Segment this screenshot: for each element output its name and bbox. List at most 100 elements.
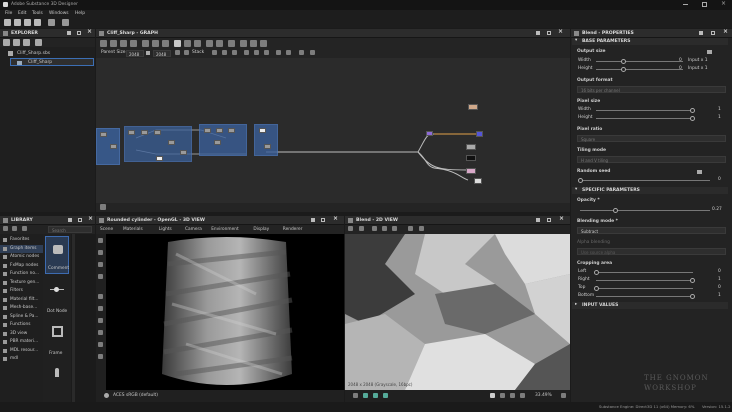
colorspace-value[interactable]: ACES sRGB (default): [113, 393, 158, 398]
grid-icon[interactable]: [174, 40, 181, 47]
shuffle-icon[interactable]: [697, 170, 702, 174]
fit-view-icon[interactable]: [510, 393, 515, 398]
graph-node[interactable]: [100, 132, 107, 137]
view2d-bottom-icon[interactable]: [373, 393, 378, 398]
frame-node-4[interactable]: [254, 124, 278, 156]
close-panel-icon[interactable]: ×: [559, 216, 564, 222]
view2d-bottom-icon[interactable]: [353, 393, 358, 398]
library-category[interactable]: Functions: [0, 321, 43, 329]
save-icon[interactable]: [34, 19, 41, 26]
pixel-width-knob[interactable]: [690, 107, 695, 113]
library-category[interactable]: mdl: [0, 355, 43, 363]
library-category[interactable]: FxMap nodes: [0, 262, 43, 270]
link-icon[interactable]: [194, 40, 201, 47]
random-seed-slider[interactable]: [580, 180, 710, 181]
graph-node[interactable]: [204, 128, 211, 133]
view3d-tool-icon[interactable]: [98, 330, 103, 335]
close-panel-icon[interactable]: ×: [558, 29, 563, 35]
pin-icon[interactable]: [536, 218, 540, 222]
view3d-menu-item[interactable]: Lights: [159, 227, 172, 232]
close-panel-icon[interactable]: ×: [333, 216, 338, 222]
crop-right-value[interactable]: 1: [718, 277, 721, 282]
graph-node[interactable]: [154, 130, 161, 135]
align-icon[interactable]: [152, 40, 159, 47]
opacity-value[interactable]: 0.27: [712, 207, 722, 212]
size-a-dropdown[interactable]: 2048: [126, 50, 144, 57]
maximize-icon[interactable]: [702, 2, 707, 7]
height-input-label[interactable]: Input x 1: [688, 66, 708, 71]
crop-left-knob[interactable]: [594, 269, 599, 275]
layout-b-icon[interactable]: [260, 40, 267, 47]
specific-parameters-section[interactable]: ▾ SPECIFIC PARAMETERS: [572, 187, 728, 194]
library-category[interactable]: PBR materi...: [0, 338, 43, 346]
view3d-menu-item[interactable]: Display: [253, 227, 269, 232]
alpha-blending-dropdown[interactable]: Use source alpha: [577, 248, 726, 255]
graph-node[interactable]: [128, 130, 135, 135]
opacity-knob[interactable]: [612, 207, 618, 213]
pixel-height-knob[interactable]: [690, 115, 695, 121]
width-slider-knob[interactable]: [621, 58, 626, 64]
library-scrollbar[interactable]: [72, 234, 75, 404]
camera-icon[interactable]: [120, 40, 127, 47]
graph-node[interactable]: [141, 130, 148, 135]
view3d-tool-icon[interactable]: [98, 262, 103, 267]
pin-icon[interactable]: [311, 218, 315, 222]
view3d-menu-item[interactable]: Renderer: [283, 227, 303, 232]
pixel-height-value[interactable]: 1: [718, 115, 721, 120]
graph-node[interactable]: [228, 128, 235, 133]
select-icon[interactable]: [100, 40, 107, 47]
graph-node[interactable]: [168, 140, 175, 145]
width-input-label[interactable]: Input x 1: [688, 58, 708, 63]
height-value[interactable]: 0: [679, 66, 682, 71]
flag-icon[interactable]: [228, 40, 235, 47]
view3d-menu-item[interactable]: Environment: [211, 227, 238, 232]
close-panel-icon[interactable]: ×: [723, 29, 728, 35]
node-icon[interactable]: [206, 40, 213, 47]
graph-node[interactable]: [214, 140, 221, 145]
menu-edit[interactable]: Edit: [18, 11, 27, 16]
crop-top-slider[interactable]: [596, 288, 693, 289]
float-icon[interactable]: [547, 31, 551, 35]
tree-icon[interactable]: [310, 50, 315, 55]
output-node[interactable]: [474, 178, 482, 184]
view-icon[interactable]: [240, 40, 247, 47]
crop-left-slider[interactable]: [596, 272, 693, 273]
text-icon[interactable]: [130, 40, 137, 47]
pin-icon[interactable]: [699, 31, 703, 35]
view3d-tool-icon[interactable]: [98, 274, 103, 279]
library-category[interactable]: Function no...: [0, 270, 43, 278]
crop-bottom-knob[interactable]: [690, 293, 695, 299]
curve-icon[interactable]: [216, 40, 223, 47]
opacity-slider[interactable]: [580, 210, 710, 211]
align-top-icon[interactable]: [244, 50, 249, 55]
pin-icon[interactable]: [67, 31, 71, 35]
float-icon[interactable]: [77, 31, 81, 35]
random-seed-value[interactable]: 0: [718, 177, 721, 182]
library-category[interactable]: Texture gen...: [0, 279, 43, 287]
output-node[interactable]: [466, 155, 476, 161]
graph-canvas[interactable]: [96, 58, 570, 203]
refresh-icon[interactable]: [13, 39, 20, 46]
zoom-reset-icon[interactable]: [561, 393, 566, 398]
width-slider[interactable]: [596, 61, 683, 62]
dot-node-item[interactable]: Dot Node: [45, 280, 69, 318]
tree-item-graph[interactable]: Cliff_Sharp: [10, 58, 94, 66]
align-middle-icon[interactable]: [254, 50, 259, 55]
layout-a-icon[interactable]: [250, 40, 257, 47]
grid-view-icon[interactable]: [382, 226, 387, 231]
view3d-tool-icon[interactable]: [98, 294, 103, 299]
settings-icon[interactable]: [110, 40, 117, 47]
crop-bottom-slider[interactable]: [596, 296, 693, 297]
height-slider-knob[interactable]: [621, 66, 626, 72]
view3d-tool-icon[interactable]: [98, 250, 103, 255]
frame-icon[interactable]: [162, 40, 169, 47]
view3d-menu-item[interactable]: Camera: [185, 227, 202, 232]
view3d-tool-icon[interactable]: [98, 306, 103, 311]
zoom-icon[interactable]: [142, 40, 149, 47]
library-category[interactable]: MDL resour...: [0, 347, 43, 355]
crop-top-knob[interactable]: [594, 285, 599, 291]
library-view-icon[interactable]: [3, 226, 8, 231]
view3d-tool-icon[interactable]: [98, 238, 103, 243]
crop-bottom-value[interactable]: 1: [718, 293, 721, 298]
histogram-icon[interactable]: [419, 226, 424, 231]
